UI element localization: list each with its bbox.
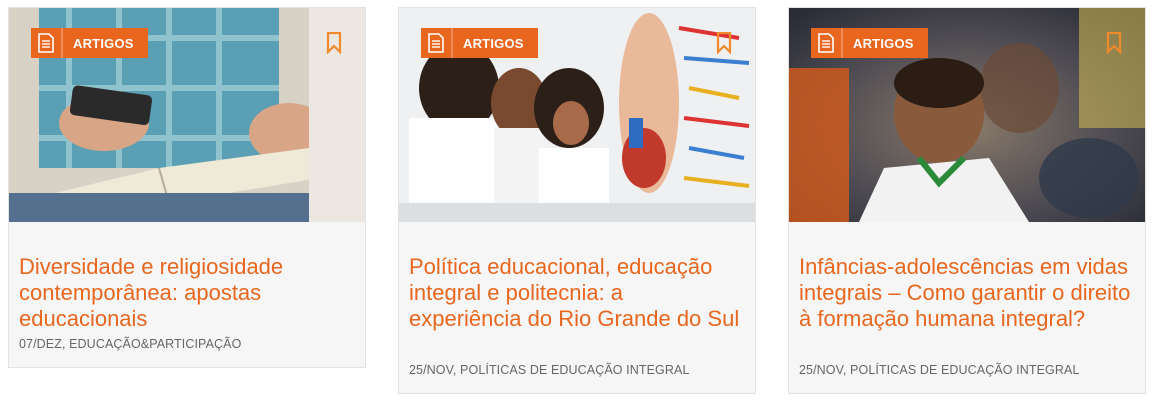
category-badge[interactable]: ARTIGOS — [421, 28, 538, 58]
article-meta: 07/DEZ, EDUCAÇÃO&PARTICIPAÇÃO — [19, 337, 242, 351]
bookmark-icon[interactable] — [716, 31, 732, 55]
document-icon — [31, 28, 63, 58]
article-card[interactable]: ARTIGOS Infâncias-adolescências em vidas… — [788, 7, 1146, 394]
article-title[interactable]: Política educacional, educação integral … — [409, 254, 741, 332]
article-card[interactable]: ARTIGOS Diversidade e religiosidade cont… — [8, 7, 366, 368]
bookmark-icon[interactable] — [1106, 31, 1122, 55]
document-icon — [421, 28, 453, 58]
document-icon — [811, 28, 843, 58]
article-title[interactable]: Infâncias-adolescências em vidas integra… — [799, 254, 1131, 332]
category-label: ARTIGOS — [463, 35, 524, 51]
category-label: ARTIGOS — [73, 35, 134, 51]
category-badge[interactable]: ARTIGOS — [31, 28, 148, 58]
article-card[interactable]: ARTIGOS Política educacional, educação i… — [398, 7, 756, 394]
bookmark-icon[interactable] — [326, 31, 342, 55]
article-meta: 25/NOV, POLÍTICAS DE EDUCAÇÃO INTEGRAL — [409, 363, 690, 377]
category-badge[interactable]: ARTIGOS — [811, 28, 928, 58]
article-title[interactable]: Diversidade e religiosidade contemporâne… — [19, 254, 351, 332]
category-label: ARTIGOS — [853, 35, 914, 51]
article-meta: 25/NOV, POLÍTICAS DE EDUCAÇÃO INTEGRAL — [799, 363, 1080, 377]
